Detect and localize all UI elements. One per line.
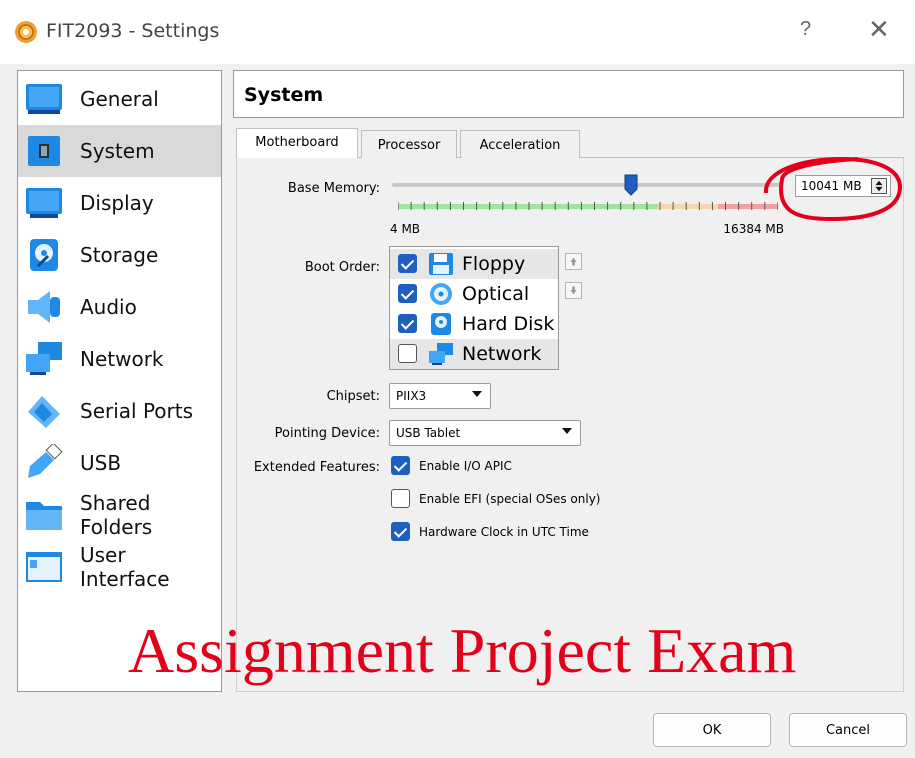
boot-item-floppy[interactable]: Floppy	[390, 249, 558, 279]
pointing-device-select[interactable]: USB Tablet	[389, 420, 581, 446]
serial-ports-icon	[28, 396, 60, 428]
settings-window: FIT2093 - Settings ? ✕ General System Di…	[0, 0, 915, 758]
boot-order-list: Floppy Optical Hard Disk Network	[389, 246, 559, 370]
general-icon	[26, 84, 62, 114]
display-icon	[26, 188, 62, 218]
sidebar-item-storage[interactable]: Storage	[18, 229, 221, 281]
storage-icon	[30, 239, 58, 271]
cancel-button[interactable]: Cancel	[789, 713, 907, 747]
network-icon	[429, 343, 453, 365]
efi-checkbox[interactable]	[391, 489, 410, 508]
sidebar-item-label: Display	[80, 191, 154, 215]
ok-button[interactable]: OK	[653, 713, 771, 747]
sidebar-item-label: User Interface	[80, 543, 170, 591]
chevron-down-icon	[562, 428, 572, 434]
utc-clock-label: Hardware Clock in UTC Time	[419, 525, 589, 539]
memory-scale-bar	[398, 202, 778, 210]
watermark-text: Assignment Project Exam	[128, 615, 797, 686]
extended-features-label: Extended Features:	[253, 460, 380, 475]
efi-label: Enable EFI (special OSes only)	[419, 492, 601, 506]
boot-item-hard-disk[interactable]: Hard Disk	[390, 309, 558, 339]
boot-item-optical[interactable]: Optical	[390, 279, 558, 309]
boot-hard-disk-checkbox[interactable]	[398, 314, 417, 333]
help-button[interactable]: ?	[800, 18, 811, 41]
sidebar-item-label: USB	[80, 451, 122, 475]
memory-max-label: 16384 MB	[723, 222, 784, 236]
io-apic-checkbox[interactable]	[391, 456, 410, 475]
chipset-select[interactable]: PIIX3	[389, 383, 491, 409]
io-apic-label: Enable I/O APIC	[419, 459, 512, 473]
chipset-value: PIIX3	[396, 389, 427, 403]
memory-slider-track[interactable]	[392, 183, 782, 187]
usb-icon	[28, 444, 63, 478]
memory-min-label: 4 MB	[390, 222, 421, 236]
optical-icon	[430, 283, 452, 305]
sidebar-item-network[interactable]: Network	[18, 333, 221, 385]
sidebar-item-label: Network	[80, 347, 164, 371]
pointing-device-value: USB Tablet	[396, 426, 461, 440]
boot-order-label: Boot Order:	[304, 260, 380, 275]
sidebar-item-audio[interactable]: Audio	[18, 281, 221, 333]
section-title: System	[244, 84, 324, 106]
tab-processor[interactable]: Processor	[361, 130, 457, 158]
audio-icon	[28, 291, 60, 323]
tab-motherboard[interactable]: Motherboard	[236, 128, 358, 158]
move-up-icon[interactable]	[565, 253, 582, 270]
sidebar-item-label: Storage	[80, 243, 159, 267]
tab-acceleration[interactable]: Acceleration	[460, 130, 580, 158]
system-icon	[28, 136, 60, 166]
boot-optical-checkbox[interactable]	[398, 284, 417, 303]
window-title: FIT2093 - Settings	[46, 20, 220, 42]
boot-item-network[interactable]: Network	[390, 339, 558, 369]
sidebar-item-usb[interactable]: USB	[18, 437, 221, 489]
close-button[interactable]: ✕	[868, 14, 890, 45]
sidebar-item-label: Shared Folders	[80, 491, 153, 539]
user-interface-icon	[26, 552, 62, 582]
sidebar-item-label: General	[80, 87, 159, 111]
sidebar-item-label: System	[80, 139, 155, 163]
memory-slider-thumb[interactable]	[624, 174, 638, 196]
boot-floppy-checkbox[interactable]	[398, 254, 417, 273]
sidebar-item-user-interface[interactable]: User Interface	[18, 541, 221, 593]
settings-sidebar: General System Display Storage Audio Net…	[17, 70, 222, 692]
hard-disk-icon	[431, 313, 451, 335]
boot-item-label: Hard Disk	[462, 313, 555, 335]
sidebar-item-display[interactable]: Display	[18, 177, 221, 229]
boot-item-label: Network	[462, 343, 542, 365]
boot-item-label: Optical	[462, 283, 530, 305]
section-header: System	[233, 70, 904, 118]
sidebar-item-system[interactable]: System	[18, 125, 221, 177]
sidebar-item-general[interactable]: General	[18, 73, 221, 125]
boot-item-label: Floppy	[462, 253, 526, 275]
sidebar-item-label: Serial Ports	[80, 399, 194, 423]
sidebar-item-serial-ports[interactable]: Serial Ports	[18, 385, 221, 437]
chipset-label: Chipset:	[326, 389, 380, 404]
base-memory-label: Base Memory:	[287, 181, 380, 196]
pointing-device-label: Pointing Device:	[274, 426, 380, 441]
sidebar-item-shared-folders[interactable]: Shared Folders	[18, 489, 221, 541]
floppy-icon	[429, 253, 453, 275]
shared-folders-icon	[26, 502, 62, 530]
boot-network-checkbox[interactable]	[398, 344, 417, 363]
chevron-down-icon	[472, 391, 482, 397]
red-annotation-circle-icon	[763, 156, 903, 222]
move-down-icon[interactable]	[565, 282, 582, 299]
title-bar: FIT2093 - Settings ? ✕	[0, 0, 915, 64]
network-icon	[26, 342, 62, 375]
sidebar-item-label: Audio	[80, 295, 137, 319]
utc-clock-checkbox[interactable]	[391, 522, 410, 541]
virtualbox-gear-icon	[15, 21, 37, 43]
